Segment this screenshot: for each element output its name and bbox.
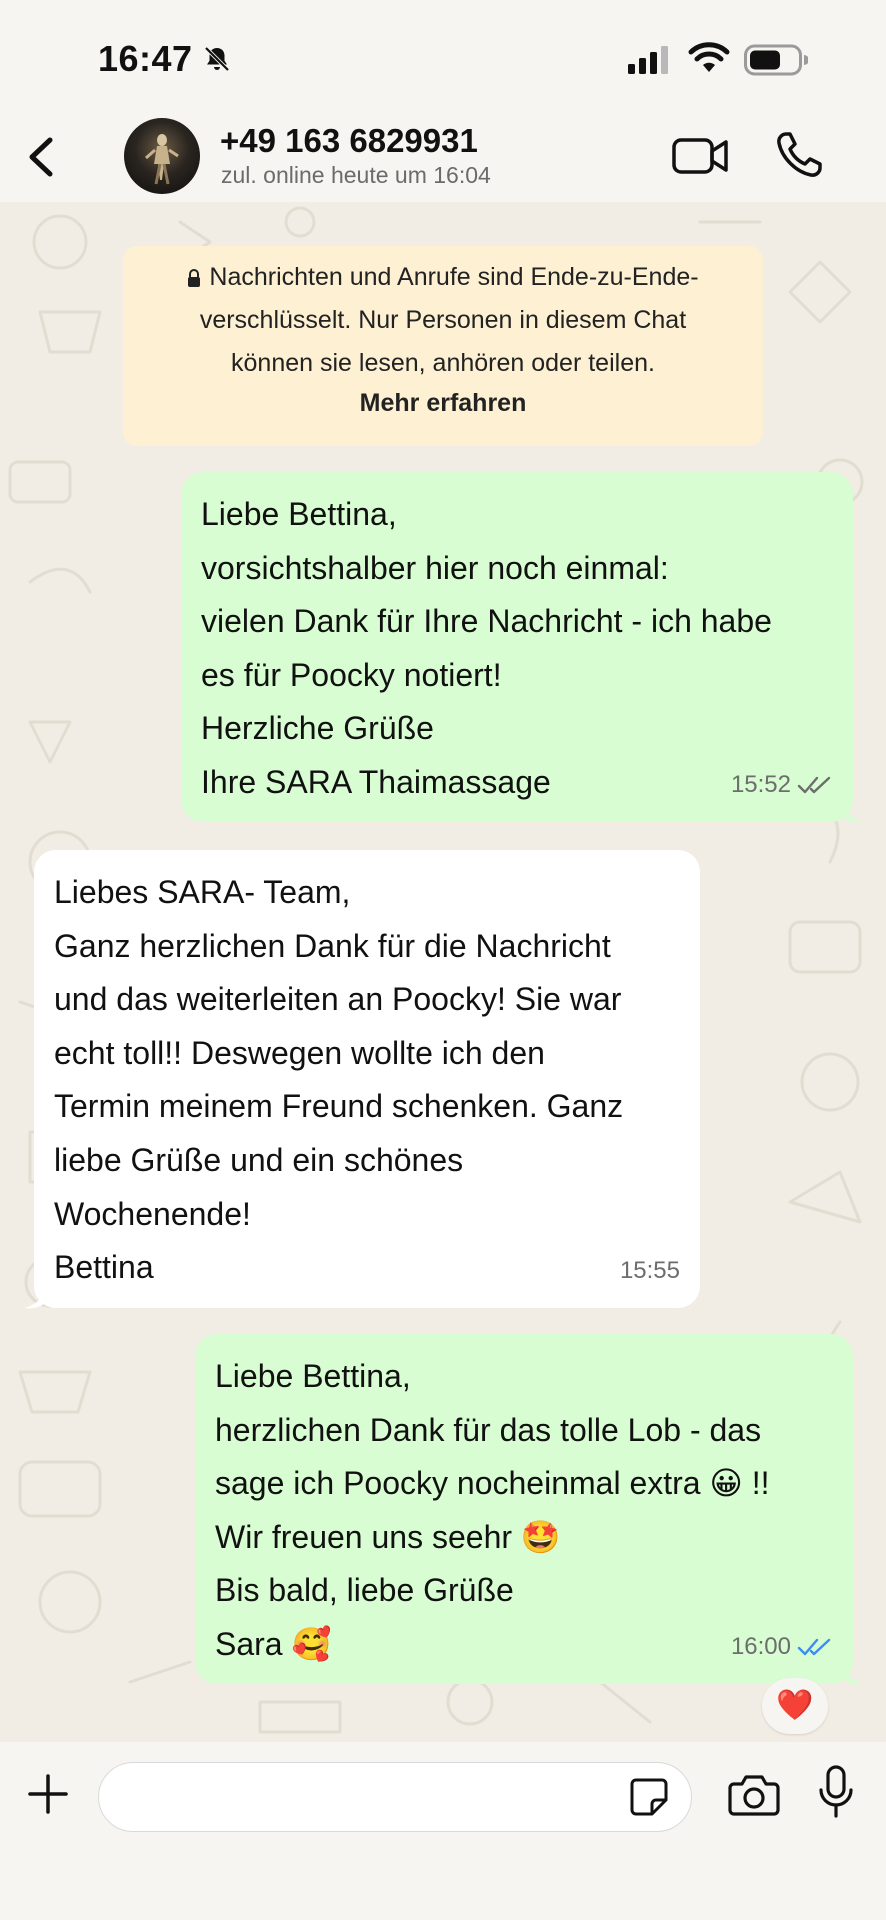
message-line: sage ich Poocky nocheinmal extra 😀 !! [215,1465,770,1502]
status-bar: 16:47 [0,0,886,110]
notice-line: Nachrichten und Anrufe sind Ende-zu-Ende… [209,263,699,291]
double-tick-grey-icon [797,777,831,794]
learn-more-link[interactable]: Mehr erfahren [123,385,763,421]
message-line: Wir freuen uns seehr 🤩 [215,1518,561,1555]
video-camera-icon[interactable] [672,134,730,178]
message-line: liebe Grüße und ein schönes [54,1141,464,1178]
message-line: vielen Dank für Ihre Nachricht - ich hab… [201,603,772,640]
message-line: Bettina [54,1249,154,1286]
message-line: Wochenende! [54,1195,251,1232]
plus-icon[interactable] [26,1772,70,1816]
camera-icon[interactable] [728,1772,780,1818]
message-bubble-outgoing[interactable]: Liebe Bettina, herzlichen Dank für das t… [195,1334,853,1684]
message-line: echt toll!! Deswegen wollte ich den [54,1034,545,1071]
chat-header: +49 163 6829931 zul. online heute um 16:… [0,110,886,202]
bubble-tail [842,1662,864,1685]
battery-icon [744,44,808,76]
message-line: Bis bald, liebe Grüße [215,1572,514,1609]
lock-icon [188,269,201,287]
microphone-icon[interactable] [816,1764,856,1820]
message-line: Herzliche Grüße [201,710,434,747]
encryption-notice-text: Nachrichten und Anrufe sind Ende-zu-Ende… [123,246,763,385]
contact-name[interactable]: +49 163 6829931 [220,122,478,160]
message-input[interactable] [123,1775,603,1819]
message-line: Ganz herzlichen Dank für die Nachricht [54,927,611,964]
message-line: Termin meinem Freund schenken. Ganz [54,1088,624,1125]
reaction-badge[interactable]: ❤️ [762,1678,828,1734]
contact-last-seen: zul. online heute um 16:04 [221,162,491,188]
bubble-tail [842,800,864,823]
notice-line: verschlüsselt. Nur Personen in diesem Ch… [199,306,687,334]
message-line: Liebes SARA- Team, [54,874,351,910]
message-line: Liebe Bettina, [201,496,397,532]
message-input-field[interactable] [98,1762,692,1832]
avatar[interactable] [124,118,200,194]
message-time: 16:00 [730,1633,791,1661]
message-line: Liebe Bettina, [215,1358,411,1394]
wifi-icon [688,42,730,72]
chat-area[interactable]: Nachrichten und Anrufe sind Ende-zu-Ende… [0,202,886,1742]
message-time: 15:55 [619,1257,680,1285]
phone-icon[interactable] [774,130,824,180]
message-line: es für Poocky notiert! [201,656,502,693]
message-line: herzlichen Dank für das tolle Lob - das [215,1411,762,1448]
reaction-heart: ❤️ [776,1689,814,1722]
status-time: 16:47 [98,38,193,79]
signal-icon [628,46,668,74]
message-bubble-outgoing[interactable]: Liebe Bettina, vorsichtshalber hier noch… [181,472,853,822]
encryption-notice[interactable]: Nachrichten und Anrufe sind Ende-zu-Ende… [123,246,763,446]
message-meta: 15:55 [620,1244,680,1298]
message-bubble-incoming[interactable]: Liebes SARA- Team, Ganz herzlichen Dank … [34,850,700,1308]
sticker-icon[interactable] [628,1776,670,1818]
notice-line: können sie lesen, anhören oder teilen. [231,349,655,377]
message-line: vorsichtshalber hier noch einmal: [201,549,669,586]
bubble-tail [24,1286,46,1309]
back-chevron-icon[interactable] [22,132,62,182]
bell-off-icon [204,46,230,72]
double-tick-blue-icon [797,1639,831,1656]
message-line: und das weiterleiten an Poocky! Sie war [54,981,622,1018]
message-meta: 15:52 [731,758,833,812]
input-bar [0,1742,886,1920]
avatar-figure [145,134,179,185]
message-time: 15:52 [730,771,791,799]
message-meta: 16:00 [731,1620,833,1674]
